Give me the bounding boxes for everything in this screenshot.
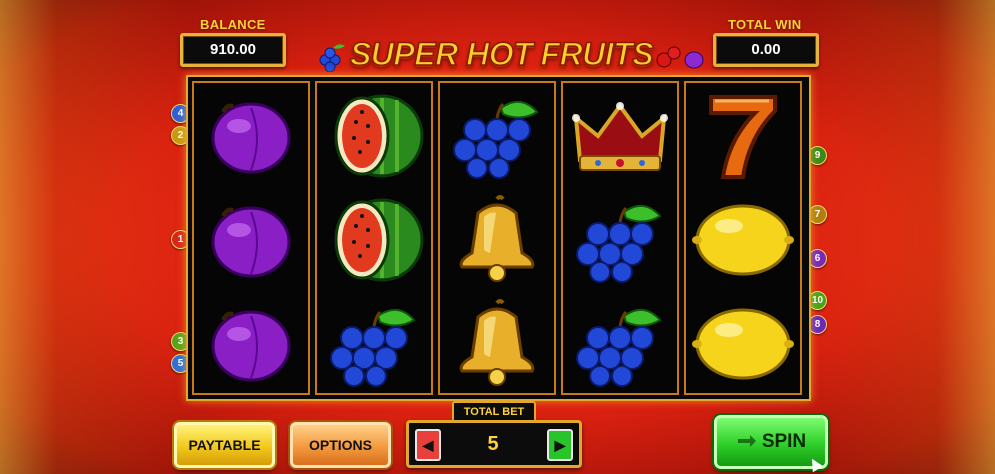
symbol-plum-icon xyxy=(203,194,299,284)
reels-area xyxy=(186,75,811,401)
flame-border-left xyxy=(0,0,190,474)
paytable-button[interactable]: PAYTABLE xyxy=(174,422,275,468)
reel-cell xyxy=(686,187,800,290)
symbol-watermelon-icon xyxy=(322,88,426,182)
reel-cell xyxy=(194,291,308,394)
reel-cell xyxy=(563,187,677,290)
balance-label: BALANCE xyxy=(200,17,266,32)
reel-1 xyxy=(192,81,310,395)
reel-cell xyxy=(440,187,554,290)
symbol-bell-icon xyxy=(450,295,544,391)
bet-panel: ◀ 5 ▶ xyxy=(406,420,582,468)
reel-cell xyxy=(317,291,431,394)
symbol-lemon-icon xyxy=(689,298,797,388)
arrow-right-icon: ▶ xyxy=(554,436,566,453)
reel-cell xyxy=(686,83,800,186)
symbol-plum-icon xyxy=(203,90,299,180)
symbol-grapes-icon xyxy=(568,194,672,284)
logo-text: SUPER HOT FRUITS xyxy=(349,35,654,73)
total-win-value: 0.00 xyxy=(713,33,819,67)
reel-cell xyxy=(563,291,677,394)
reel-cell xyxy=(317,83,431,186)
reel-cell xyxy=(440,291,554,394)
logo-fruits-icon xyxy=(656,46,704,69)
symbol-crown-icon xyxy=(568,90,672,180)
options-button-label: OPTIONS xyxy=(308,437,372,453)
symbol-seven-icon xyxy=(703,87,783,183)
spin-button-label: SPIN xyxy=(761,431,807,452)
bet-decrease-button[interactable]: ◀ xyxy=(415,429,441,461)
balance-value: 910.00 xyxy=(180,33,286,67)
reel-cell xyxy=(440,83,554,186)
reel-cell xyxy=(194,187,308,290)
reel-3 xyxy=(438,81,556,395)
symbol-bell-icon xyxy=(450,191,544,287)
reel-4 xyxy=(561,81,679,395)
reel-2 xyxy=(315,81,433,395)
bet-increase-button[interactable]: ▶ xyxy=(547,429,573,461)
options-button[interactable]: OPTIONS xyxy=(290,422,391,468)
flame-border-right xyxy=(805,0,995,474)
bet-value: 5 xyxy=(487,433,499,455)
reel-cell xyxy=(194,83,308,186)
spin-arrows-icon xyxy=(737,434,756,447)
symbol-plum-icon xyxy=(203,298,299,388)
reel-cell xyxy=(563,83,677,186)
symbol-grapes-icon xyxy=(322,298,426,388)
symbol-watermelon-icon xyxy=(322,192,426,286)
reel-5 xyxy=(684,81,802,395)
symbol-grapes-icon xyxy=(568,298,672,388)
reel-cell xyxy=(317,187,431,290)
symbol-lemon-icon xyxy=(689,194,797,284)
reel-cell xyxy=(686,291,800,394)
symbol-grapes-icon xyxy=(445,90,549,180)
arrow-left-icon: ◀ xyxy=(422,436,434,453)
total-win-label: TOTAL WIN xyxy=(728,17,802,32)
